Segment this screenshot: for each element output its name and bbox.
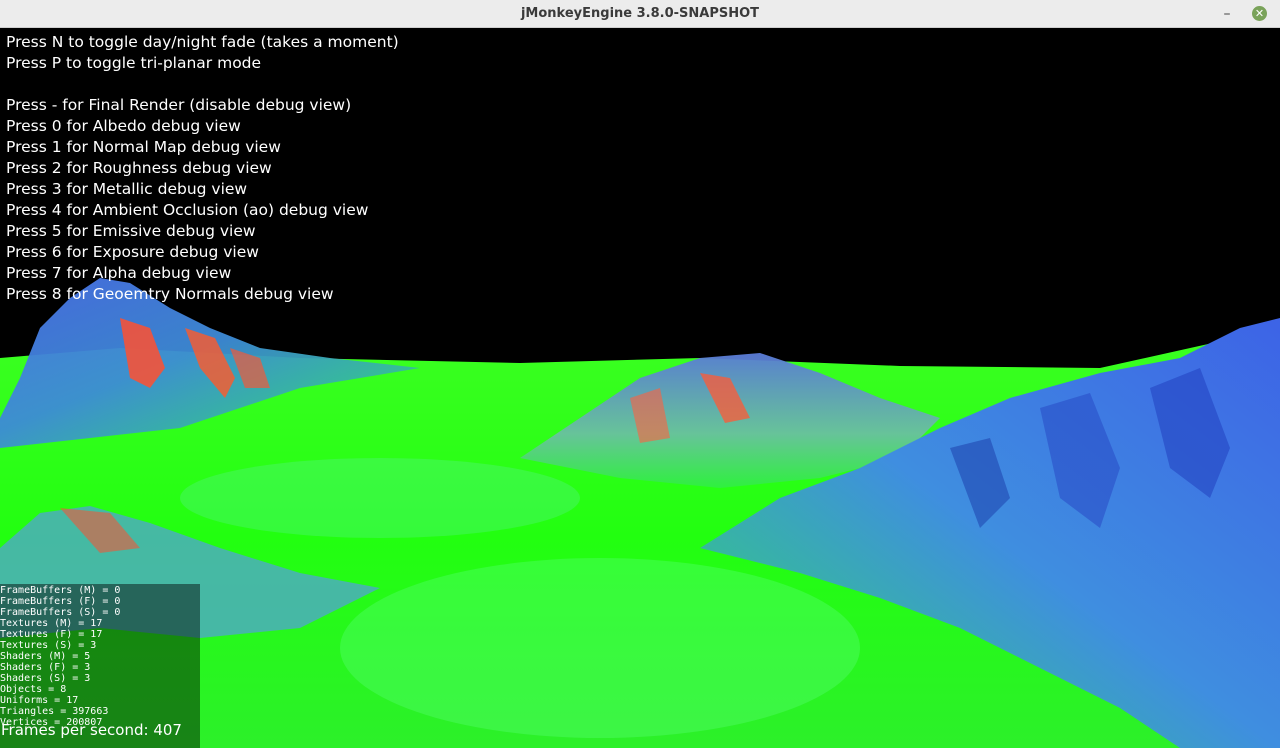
stats-row: FrameBuffers (F) = 0 bbox=[0, 596, 121, 607]
minimize-icon[interactable]: – bbox=[1218, 4, 1236, 24]
close-icon[interactable]: ✕ bbox=[1252, 6, 1267, 21]
stats-row: Shaders (F) = 3 bbox=[0, 662, 91, 673]
stats-row: Textures (S) = 3 bbox=[0, 640, 97, 651]
help-line: Press 0 for Albedo debug view bbox=[6, 117, 241, 135]
help-line: Press - for Final Render (disable debug … bbox=[6, 96, 352, 114]
help-line bbox=[6, 74, 399, 95]
stats-row: FrameBuffers (M) = 0 bbox=[0, 585, 121, 596]
help-line: Press N to toggle day/night fade (takes … bbox=[6, 33, 399, 51]
stats-row: Textures (M) = 17 bbox=[0, 618, 103, 629]
help-line: Press 8 for Geoemtry Normals debug view bbox=[6, 285, 334, 303]
help-line: Press 4 for Ambient Occlusion (ao) debug… bbox=[6, 201, 369, 219]
help-line: Press 7 for Alpha debug view bbox=[6, 264, 232, 282]
window-title-bar[interactable]: jMonkeyEngine 3.8.0-SNAPSHOT – ✕ bbox=[0, 0, 1280, 28]
stats-row: Uniforms = 17 bbox=[0, 695, 79, 706]
help-line: Press 1 for Normal Map debug view bbox=[6, 138, 281, 156]
stats-row: Objects = 8 bbox=[0, 684, 67, 695]
stats-row: Textures (F) = 17 bbox=[0, 629, 103, 640]
help-line: Press P to toggle tri-planar mode bbox=[6, 54, 262, 72]
help-line: Press 6 for Exposure debug view bbox=[6, 243, 259, 261]
fps-counter: Frames per second: 407 bbox=[1, 721, 182, 739]
render-viewport[interactable]: Press N to toggle day/night fade (takes … bbox=[0, 28, 1280, 748]
stats-row: FrameBuffers (S) = 0 bbox=[0, 607, 121, 618]
help-line: Press 2 for Roughness debug view bbox=[6, 159, 272, 177]
help-line: Press 5 for Emissive debug view bbox=[6, 222, 256, 240]
help-line: Press 3 for Metallic debug view bbox=[6, 180, 248, 198]
stats-row: Shaders (M) = 5 bbox=[0, 651, 91, 662]
help-text: Press N to toggle day/night fade (takes … bbox=[6, 32, 399, 305]
stats-row: Shaders (S) = 3 bbox=[0, 673, 91, 684]
window-title: jMonkeyEngine 3.8.0-SNAPSHOT bbox=[520, 6, 760, 21]
stats-row: Triangles = 397663 bbox=[0, 706, 109, 717]
